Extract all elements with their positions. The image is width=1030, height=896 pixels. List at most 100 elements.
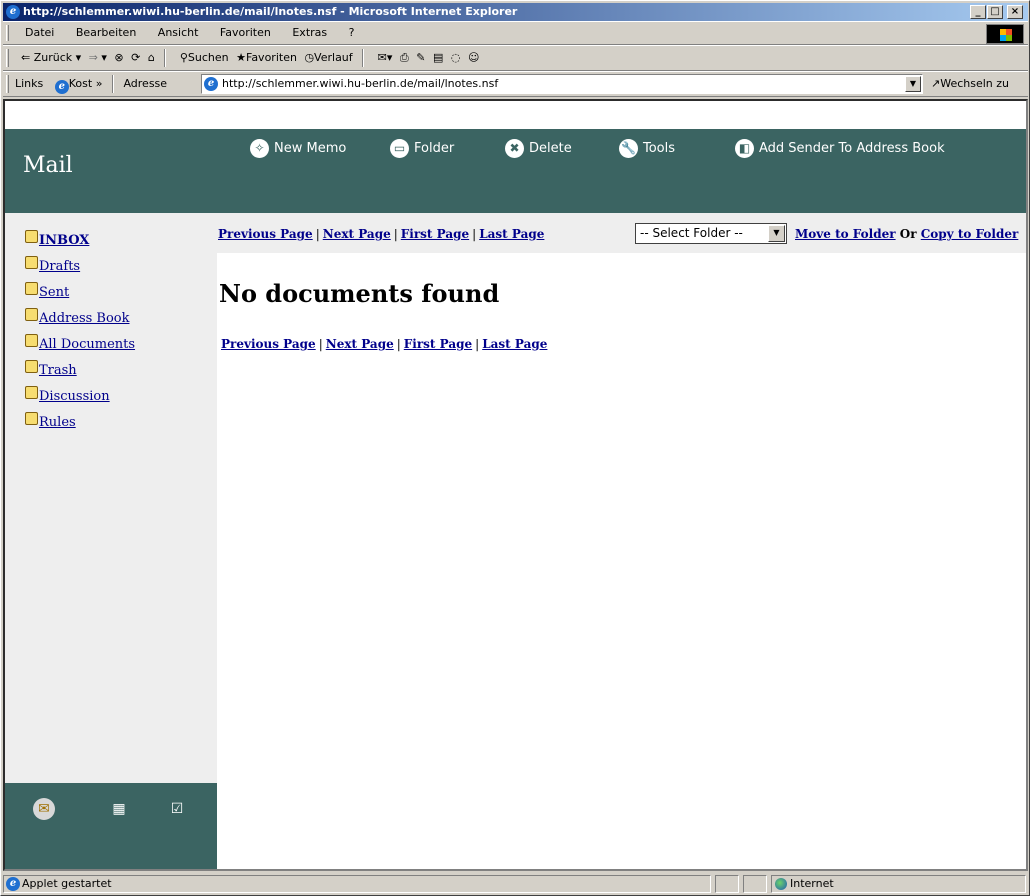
sidebar-item-label: Sent — [39, 285, 70, 300]
toolbar-grip[interactable] — [6, 49, 9, 67]
sidebar-item-discussion[interactable]: Discussion — [25, 386, 110, 411]
toolbar-grip[interactable] — [6, 25, 9, 41]
discuss-icon[interactable]: ▤ — [433, 46, 443, 70]
chevron-down-icon[interactable]: ▼ — [768, 225, 785, 242]
menu-bar: Datei Bearbeiten Ansicht Favoriten Extra… — [3, 21, 1028, 45]
sidebar-item-label: All Documents — [39, 337, 136, 352]
status-pane — [743, 875, 767, 893]
search-button[interactable]: ⚲Suchen — [180, 46, 229, 70]
separator — [164, 49, 167, 67]
history-label: Verlauf — [314, 51, 353, 64]
sidebar: INBOX Drafts Sent Address Book All Docum… — [5, 213, 217, 783]
links-more[interactable]: » — [96, 77, 103, 90]
sidebar-item-all-documents[interactable]: All Documents — [25, 334, 136, 359]
move-to-folder-link[interactable]: Move to Folder — [795, 227, 896, 241]
first-page-link[interactable]: First Page — [404, 337, 472, 351]
menu-bearbeiten[interactable]: Bearbeiten — [76, 26, 136, 39]
refresh-icon[interactable]: ⟳ — [131, 46, 140, 70]
internet-globe-icon — [775, 878, 787, 890]
ie-icon: e — [6, 5, 20, 19]
copy-to-folder-link[interactable]: Copy to Folder — [921, 227, 1019, 241]
menu-favoriten[interactable]: Favoriten — [220, 26, 271, 39]
address-label: Adresse — [123, 77, 168, 90]
add-sender-button[interactable]: ◧ Add Sender To Address Book — [735, 139, 945, 158]
address-book-icon — [25, 308, 38, 321]
previous-page-link[interactable]: Previous Page — [218, 227, 313, 241]
edit-icon[interactable]: ✎ — [416, 46, 425, 70]
address-input[interactable]: e http://schlemmer.wiwi.hu-berlin.de/mai… — [201, 74, 923, 94]
next-page-link[interactable]: Next Page — [323, 227, 391, 241]
sidebar-item-label: Trash — [39, 363, 77, 378]
print-icon[interactable]: ⎙ — [400, 46, 409, 70]
last-page-link[interactable]: Last Page — [479, 227, 544, 241]
status-bar: e Applet gestartet Internet — [3, 873, 1028, 895]
new-memo-icon: ✧ — [250, 139, 269, 158]
close-button[interactable]: × — [1007, 5, 1023, 19]
calendar-switch-icon[interactable]: ▦ — [108, 798, 130, 820]
folder-select[interactable]: -- Select Folder -- ▼ — [635, 223, 787, 244]
sidebar-item-drafts[interactable]: Drafts — [25, 256, 80, 281]
sidebar-item-rules[interactable]: Rules — [25, 412, 76, 437]
new-memo-button[interactable]: ✧ New Memo — [250, 139, 346, 158]
todo-switch-icon[interactable]: ☑ — [166, 798, 188, 820]
mail-icon[interactable]: ✉▾ — [378, 46, 393, 70]
menu-extras[interactable]: Extras — [292, 26, 327, 39]
stop-icon[interactable]: ⊗ — [114, 46, 123, 70]
home-icon[interactable]: ⌂ — [148, 46, 155, 70]
new-memo-label: New Memo — [274, 141, 347, 156]
contact-icon[interactable]: ☺ — [468, 46, 479, 70]
pager-top: Previous Page | Next Page | First Page | Last … — [218, 227, 544, 241]
status-text-pane: e Applet gestartet — [3, 875, 711, 893]
first-page-link[interactable]: First Page — [401, 227, 469, 241]
toolbar-grip[interactable] — [6, 75, 9, 93]
or-label: Or — [899, 227, 917, 241]
address-url: http://schlemmer.wiwi.hu-berlin.de/mail/… — [222, 77, 499, 90]
mail-switch-icon[interactable]: ✉ — [33, 798, 55, 820]
zone-label: Internet — [790, 877, 834, 890]
back-arrow-icon: ⇐ — [21, 51, 31, 64]
back-label: Zurück — [33, 51, 73, 64]
previous-page-link[interactable]: Previous Page — [221, 337, 316, 351]
favorites-button[interactable]: ★Favoriten — [236, 46, 297, 70]
menu-help[interactable]: ? — [349, 26, 355, 39]
back-button[interactable]: ⇐ Zurück ▾ — [21, 46, 81, 70]
forward-arrow-icon: ⇒ — [88, 51, 98, 64]
search-label: Suchen — [187, 51, 229, 64]
separator — [111, 75, 114, 93]
link-kost[interactable]: e Kost — [54, 77, 93, 94]
link-kost-label: Kost — [68, 77, 93, 90]
delete-button[interactable]: ✖ Delete — [505, 139, 572, 158]
sidebar-item-label: Discussion — [39, 389, 110, 404]
maximize-button[interactable]: □ — [987, 5, 1003, 19]
menu-ansicht[interactable]: Ansicht — [158, 26, 199, 39]
links-label[interactable]: Links — [15, 77, 43, 90]
browser-window: e http://schlemmer.wiwi.hu-berlin.de/mai… — [0, 0, 1030, 896]
pager-separator: | — [396, 337, 401, 351]
last-page-link[interactable]: Last Page — [482, 337, 547, 351]
move-copy-links: Move to Folder Or Copy to Folder — [795, 227, 1018, 241]
zone-pane: Internet — [771, 875, 1026, 893]
sidebar-item-inbox[interactable]: INBOX — [25, 230, 90, 255]
rules-icon — [25, 412, 38, 425]
go-label: Wechseln zu — [940, 77, 1010, 90]
trash-icon — [25, 360, 38, 373]
address-dropdown-button[interactable]: ▼ — [905, 76, 921, 92]
menu-datei[interactable]: Datei — [25, 26, 54, 39]
sidebar-item-address-book[interactable]: Address Book — [25, 308, 130, 333]
forward-button[interactable]: ⇒ ▾ — [89, 46, 107, 70]
ie-icon: e — [54, 80, 69, 94]
pager-separator: | — [472, 227, 477, 241]
sidebar-item-trash[interactable]: Trash — [25, 360, 77, 385]
sidebar-item-sent[interactable]: Sent — [25, 282, 70, 307]
tools-button[interactable]: 🔧 Tools — [619, 139, 675, 158]
history-button[interactable]: ◷Verlauf — [304, 46, 352, 70]
go-button[interactable]: ↗Wechseln zu — [931, 72, 1009, 96]
folder-button[interactable]: ▭ Folder — [390, 139, 454, 158]
next-page-link[interactable]: Next Page — [326, 337, 394, 351]
pager-bottom: Previous Page | Next Page | First Page | Last … — [221, 337, 547, 351]
messenger-icon[interactable]: ◌ — [451, 46, 461, 70]
sidebar-item-label: INBOX — [39, 233, 90, 248]
window-title: http://schlemmer.wiwi.hu-berlin.de/mail/… — [23, 5, 518, 18]
page-content: Mail ✧ New Memo ▭ Folder ✖ Delete 🔧 Tools ◧ A… — [3, 99, 1028, 871]
minimize-button[interactable]: _ — [970, 5, 986, 19]
